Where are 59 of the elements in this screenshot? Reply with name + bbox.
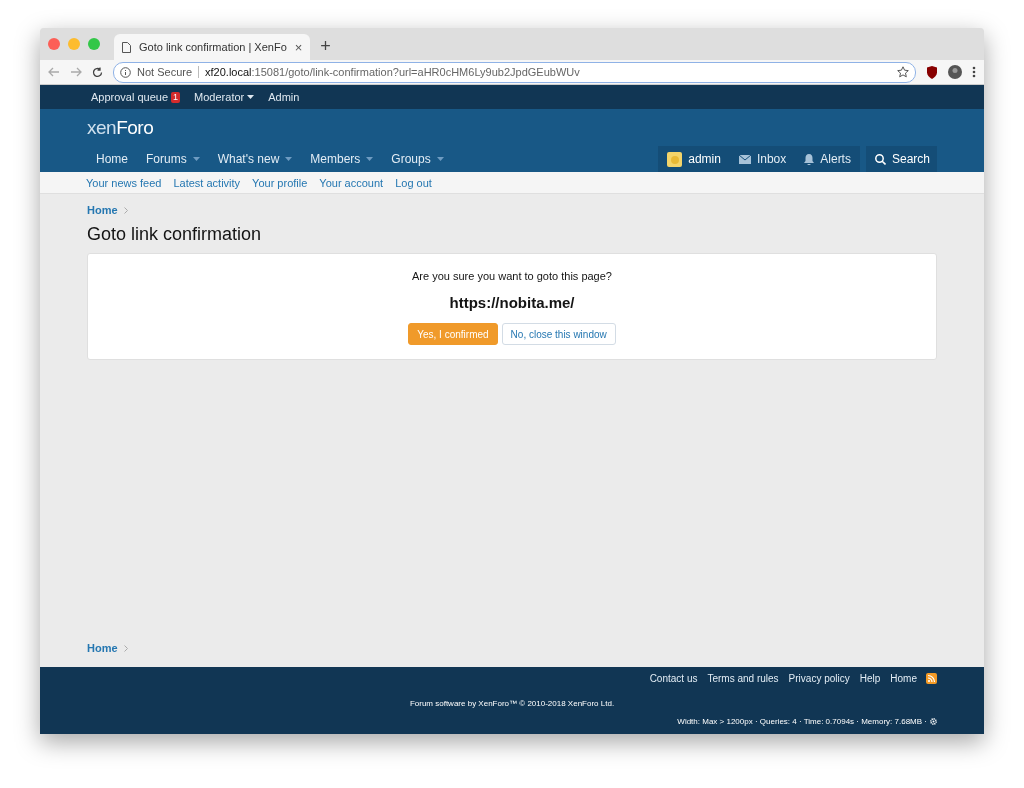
sub-nav-link[interactable]: Log out (389, 176, 438, 189)
sub-nav-link[interactable]: Your news feed (80, 176, 168, 189)
search-icon (874, 153, 886, 165)
avatar-icon[interactable] (948, 65, 962, 79)
security-label: Not Secure (137, 66, 200, 78)
footer-link[interactable]: Home (885, 673, 922, 684)
caret-icon (366, 157, 374, 161)
envelope-icon (738, 154, 751, 164)
nav-tab[interactable]: Members (301, 146, 383, 172)
footer-link[interactable]: Terms and rules (702, 673, 784, 684)
shield-icon[interactable] (926, 65, 938, 79)
caret-icon (436, 157, 444, 161)
caret-icon (285, 157, 293, 161)
copyright-text: Forum software by XenForo™ © 2010-2018 XenForo Ltd. (408, 699, 616, 708)
new-tab-button[interactable]: + (320, 35, 331, 57)
url-text: xf20.local:15081/goto/link-confirmation?url=aHR0cHM6Ly9ub2JpdGEubWUv (205, 66, 581, 78)
debug-info: Width: Max > 1200px · Queries: 4 · Time: 0.7094s · Memory: 7.68MB · (677, 717, 927, 726)
gear-icon[interactable] (930, 718, 937, 725)
caret-icon (192, 157, 200, 161)
staff-link[interactable]: Moderator (187, 91, 262, 103)
staff-link[interactable]: Approval queue 1 (84, 91, 188, 103)
user-nav-link[interactable]: Alerts (795, 146, 860, 172)
footer-link[interactable]: Help (854, 673, 886, 684)
user-nav-link[interactable]: admin (658, 146, 730, 172)
confirmation-question: Are you sure you want to goto this page? (412, 270, 612, 282)
link-url: https://nobita.me/ (449, 294, 575, 311)
cancel-button[interactable]: No, close this window (501, 323, 616, 345)
breadcrumb-link[interactable]: Home (87, 642, 118, 654)
address-field[interactable]: Not Secure xf20.local:15081/goto/link-confirmation?url=aHR0cHM6Ly9ub2JpdGEubWUv (113, 61, 916, 83)
menu-icon[interactable] (972, 66, 976, 78)
avatar-icon (667, 151, 683, 167)
count-badge: 1 (171, 91, 181, 103)
star-icon[interactable] (897, 66, 909, 78)
info-icon (120, 66, 131, 78)
nav-tab[interactable]: Forums (137, 146, 209, 172)
breadcrumb-link[interactable]: Home (87, 204, 118, 216)
close-icon[interactable]: × (294, 39, 303, 55)
footer-link[interactable]: Privacy policy (783, 673, 855, 684)
nav-tab[interactable]: Home (87, 146, 137, 172)
footer-link[interactable]: Contact us (644, 673, 703, 684)
chevron-icon (123, 644, 128, 652)
chevron-icon (123, 206, 128, 214)
nav-tab[interactable]: Groups (382, 146, 453, 172)
page-icon (122, 41, 131, 53)
staff-link[interactable]: Admin (261, 91, 307, 103)
sub-nav-link[interactable]: Your account (313, 176, 390, 189)
reload-icon[interactable] (92, 66, 103, 78)
tab-title: Goto link confirmation | XenFo (139, 41, 287, 53)
user-nav-link[interactable]: Search (865, 146, 937, 172)
rss-icon[interactable] (926, 673, 937, 684)
logo-text[interactable]: xenForo (87, 109, 937, 146)
nav-tab[interactable]: What's new (208, 146, 302, 172)
sub-nav-link[interactable]: Latest activity (167, 176, 247, 189)
page-title: Goto link confirmation (87, 224, 263, 245)
caret-icon (247, 95, 255, 99)
bell-icon (804, 153, 815, 165)
browser-tab[interactable]: Goto link confirmation | XenFo × (114, 34, 311, 60)
sub-nav-link[interactable]: Your profile (246, 176, 314, 189)
user-nav-link[interactable]: Inbox (729, 146, 796, 172)
